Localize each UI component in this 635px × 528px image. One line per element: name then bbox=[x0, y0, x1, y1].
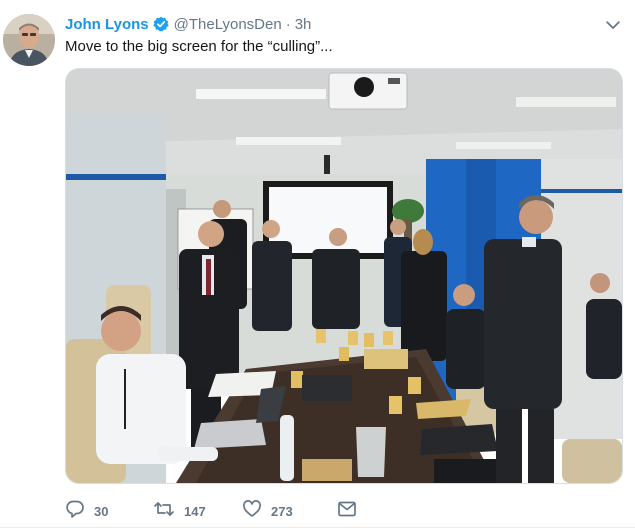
author-name[interactable]: John Lyons bbox=[65, 16, 149, 33]
tweet-actions: 30 147 273 bbox=[65, 499, 357, 524]
author-handle[interactable]: @TheLyonsDen bbox=[174, 16, 282, 33]
verified-badge-icon bbox=[153, 16, 169, 32]
tweet-photo[interactable] bbox=[65, 68, 623, 484]
chevron-down-icon[interactable] bbox=[604, 16, 622, 34]
tweet-header: John Lyons @TheLyonsDen · 3h bbox=[65, 14, 311, 34]
tweet-text: Move to the big screen for the “culling”… bbox=[65, 38, 333, 55]
retweet-button[interactable]: 147 bbox=[153, 500, 242, 522]
reply-icon bbox=[65, 499, 85, 524]
like-count: 273 bbox=[271, 503, 293, 519]
retweet-icon bbox=[153, 499, 175, 524]
envelope-icon bbox=[337, 500, 357, 523]
direct-message-button[interactable] bbox=[337, 500, 357, 522]
like-button[interactable]: 273 bbox=[242, 499, 337, 524]
avatar[interactable] bbox=[3, 14, 55, 66]
header-separator: · bbox=[285, 15, 291, 33]
tweet-card: John Lyons @TheLyonsDen · 3h Move to the… bbox=[0, 0, 635, 528]
heart-icon bbox=[242, 499, 262, 524]
timestamp[interactable]: 3h bbox=[295, 16, 312, 33]
reply-count: 30 bbox=[94, 503, 109, 519]
reply-button[interactable]: 30 bbox=[65, 500, 153, 522]
retweet-count: 147 bbox=[184, 503, 206, 519]
